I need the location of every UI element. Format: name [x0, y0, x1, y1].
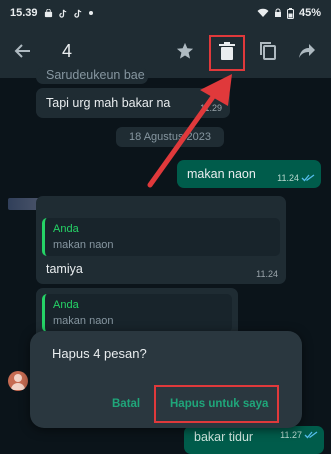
annotation-arrow: [147, 74, 232, 188]
